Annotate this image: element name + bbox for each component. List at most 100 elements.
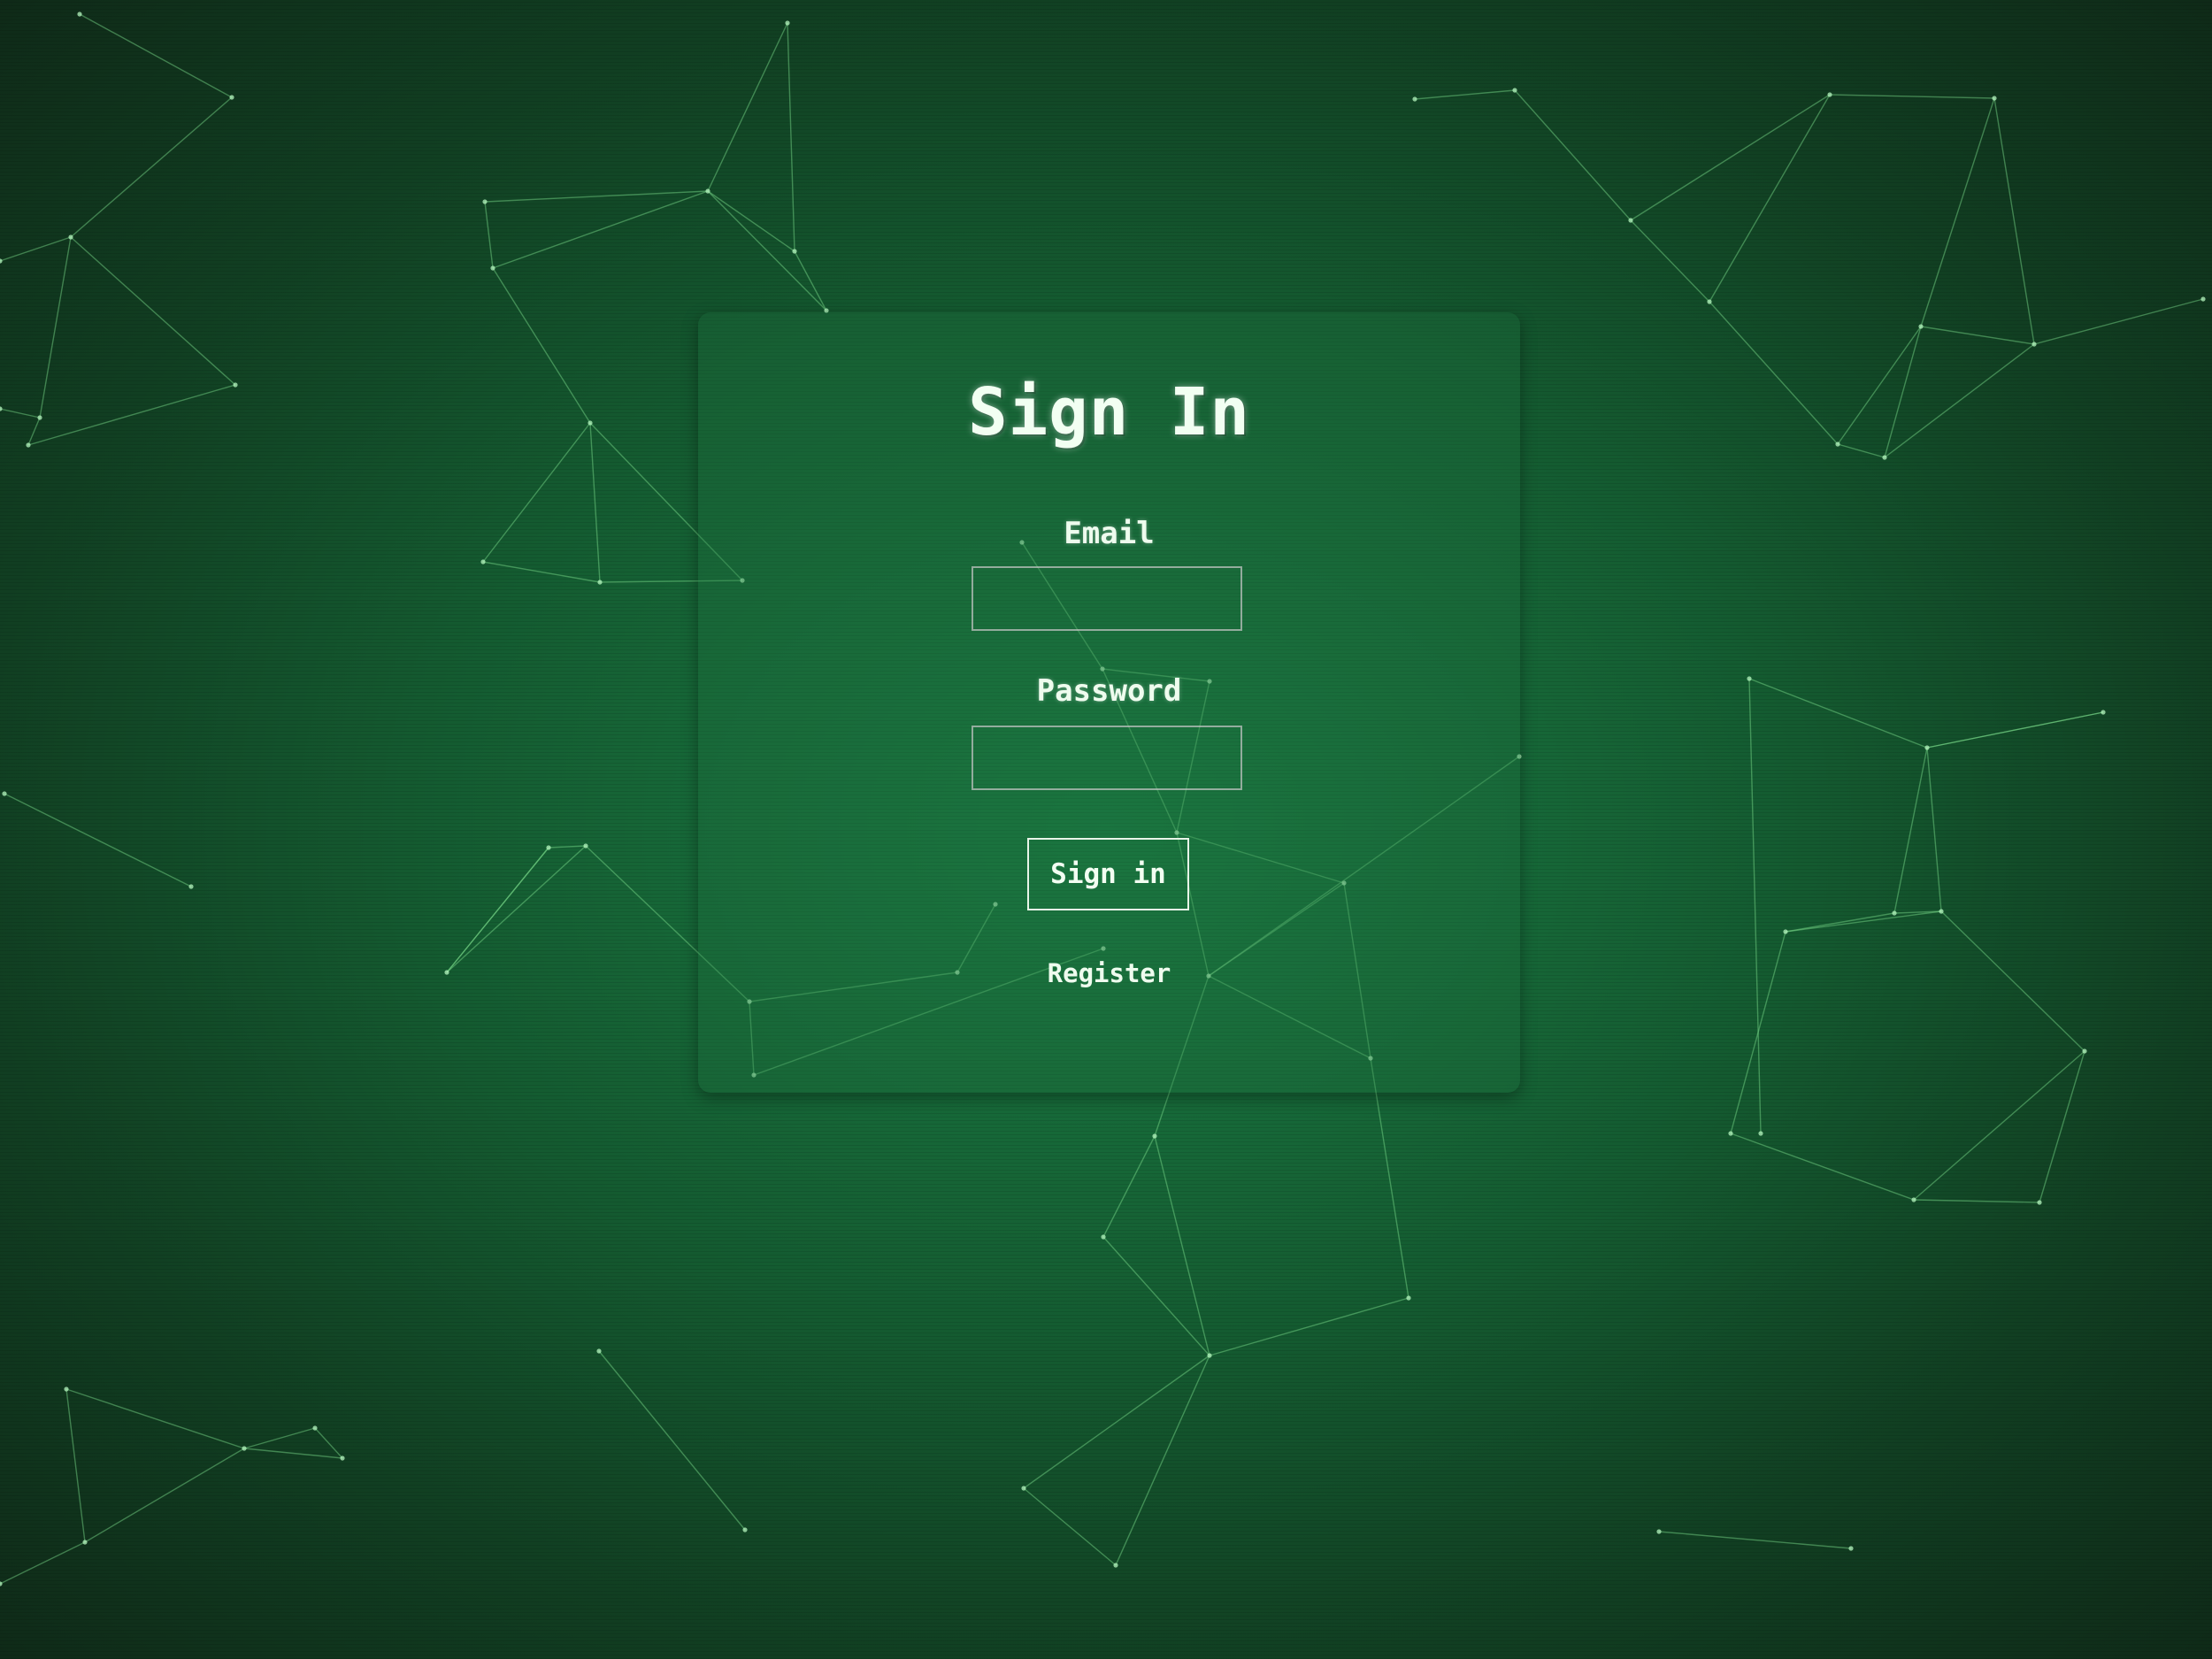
network-node [82,1540,88,1545]
network-line [1993,97,2035,345]
email-field[interactable] [972,566,1242,631]
network-node [0,258,3,264]
network-line [598,1350,746,1531]
network-line [1785,910,1942,933]
network-node [1406,1295,1411,1301]
network-line [446,847,549,973]
network-line [1837,443,1886,458]
network-node [792,249,797,254]
network-node [444,970,449,975]
network-node [1728,1131,1733,1136]
network-node [1656,1529,1662,1534]
network-node [1021,1486,1026,1491]
network-line [1926,747,1942,912]
network-line [1102,1135,1156,1238]
network-line [243,1448,343,1459]
page-title: Sign In [968,374,1250,450]
network-line [787,22,795,252]
network-line [243,1427,316,1449]
network-node [1628,218,1633,223]
network-line [65,1388,245,1449]
network-node [1939,909,1944,914]
network-node [188,884,194,889]
signin-card: Sign In Email Password Sign in Register [698,312,1520,1093]
network-node [490,265,495,271]
network-line [446,845,587,973]
network-line [707,190,795,252]
network-line [1709,301,1839,445]
network-line [1709,94,1831,303]
network-node [1758,1131,1763,1136]
network-node [1707,299,1712,304]
network-node [1747,676,1752,681]
network-line [4,793,192,887]
network-line [0,1541,86,1585]
network-line [1730,1133,1915,1201]
network-node [2032,342,2037,347]
network-node [26,442,31,448]
network-line [1209,1297,1409,1356]
network-node [785,20,790,26]
network-node [2037,1200,2042,1205]
network-node [1892,910,1897,916]
email-label: Email [1064,516,1155,551]
password-field[interactable] [972,726,1242,790]
network-line [0,236,72,262]
network-node [229,95,234,100]
network-line [1514,89,1632,221]
network-line [70,236,236,386]
network-node [1848,1546,1854,1551]
network-node [2101,710,2106,715]
register-link[interactable]: Register [698,958,1520,988]
network-line [1658,1531,1852,1549]
network-line [492,190,709,269]
password-label: Password [1036,673,1182,709]
network-node [1113,1563,1118,1568]
network-line [548,845,587,849]
network-line [1884,326,1922,458]
network-node [742,1527,748,1532]
network-node [1882,455,1887,460]
network-line [482,422,591,563]
network-line [1920,326,2035,345]
network-line [1837,326,1922,445]
network-line [1023,1355,1210,1489]
network-node [1835,442,1840,447]
network-node [1924,745,1930,750]
network-node [0,406,3,411]
network-line [1884,343,2035,458]
network-node [1992,96,1997,101]
network-line [1630,94,1831,221]
network-node [1101,1234,1106,1240]
network-node [340,1455,345,1461]
network-line [492,267,591,424]
signin-button[interactable]: Sign in [1027,838,1189,910]
network-node [68,234,73,240]
network-line [314,1427,343,1459]
network-line [84,1448,245,1543]
network-line [27,417,41,446]
network-line [1102,1236,1210,1356]
network-line [1893,747,1928,914]
network-node [705,188,710,194]
network-node [1512,88,1517,93]
network-line [1913,1199,2040,1203]
network-line [1940,910,2085,1052]
network-node [2082,1048,2087,1054]
network-node [1152,1133,1157,1139]
network-line [2039,1050,2085,1203]
network-node [1827,92,1832,97]
network-line [1023,1487,1117,1566]
network-line [1370,1057,1409,1299]
network-line [1115,1355,1210,1566]
network-line [2033,298,2204,345]
network-node [233,382,238,388]
network-node [77,12,82,17]
network-line [1926,711,2104,749]
network-node [2200,296,2206,302]
network-node [1783,929,1788,934]
network-node [37,415,42,420]
network-node [480,559,486,565]
network-line [707,190,827,311]
network-line [1748,678,1762,1134]
